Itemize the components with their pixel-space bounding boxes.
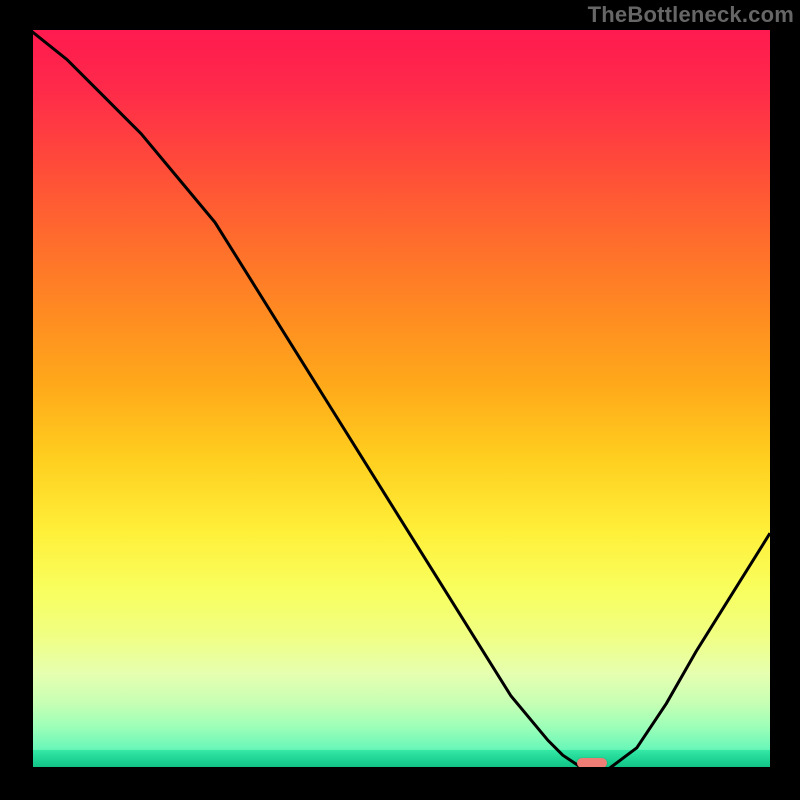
watermark-text: TheBottleneck.com — [588, 2, 794, 28]
chart-frame: TheBottleneck.com — [0, 0, 800, 800]
bottleneck-curve — [30, 30, 770, 770]
curve-layer — [30, 30, 770, 770]
plot-area — [30, 30, 770, 770]
y-axis — [30, 30, 33, 770]
x-axis — [30, 767, 770, 770]
